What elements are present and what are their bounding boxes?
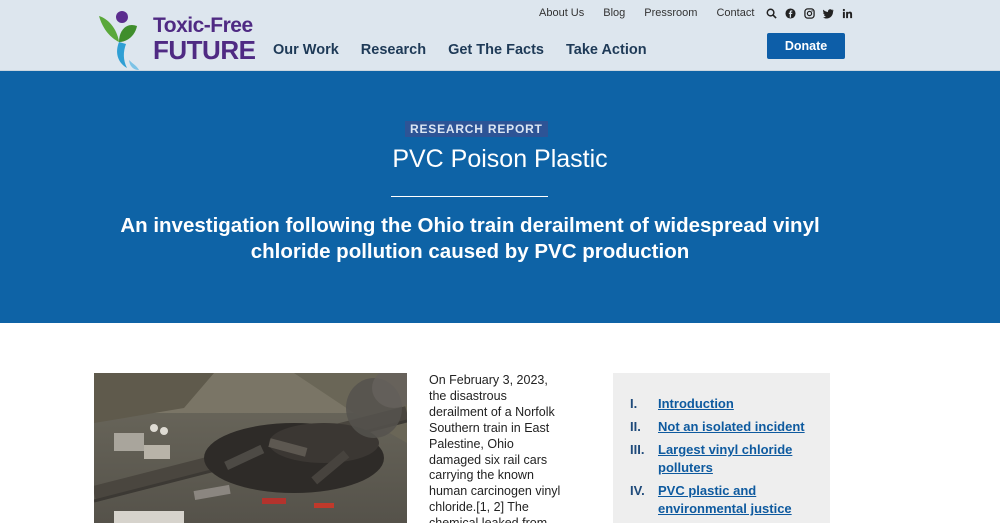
report-type-badge: RESEARCH REPORT [405, 121, 548, 137]
logo-text-bottom: FUTURE [153, 35, 256, 65]
nav-pressroom[interactable]: Pressroom [644, 7, 697, 19]
toc-number: I. [630, 396, 638, 411]
derailment-photo [94, 373, 407, 523]
twitter-icon[interactable] [823, 8, 834, 19]
toc-item[interactable]: I. Introduction [630, 395, 825, 413]
page-subtitle: An investigation following the Ohio trai… [120, 214, 820, 263]
facebook-icon[interactable] [785, 7, 796, 19]
nav-get-the-facts[interactable]: Get The Facts [448, 42, 544, 58]
toc-list: I. Introduction II. Not an isolated inci… [630, 395, 825, 523]
site-header: Toxic-Free FUTURE About Us Blog Pressroo… [0, 0, 1000, 71]
donate-button[interactable]: Donate [767, 33, 845, 59]
search-icon[interactable] [766, 8, 778, 19]
logo-leaf-icon [99, 11, 139, 70]
instagram-icon[interactable] [804, 7, 816, 19]
main-nav: Our Work Research Get The Facts Take Act… [273, 42, 669, 58]
toc-item[interactable]: II. Not an isolated incident [630, 418, 825, 436]
toc-link-largest-polluters[interactable]: Largest vinyl chloride polluters [658, 441, 825, 477]
nav-about-us[interactable]: About Us [539, 7, 584, 19]
hero-banner: RESEARCH REPORT PVC Poison Plastic An in… [0, 71, 1000, 323]
nav-research[interactable]: Research [361, 42, 426, 58]
site-logo[interactable]: Toxic-Free FUTURE [93, 8, 256, 74]
linkedin-icon[interactable] [842, 8, 853, 19]
toc-link-not-isolated[interactable]: Not an isolated incident [658, 418, 805, 436]
toc-item[interactable]: IV. PVC plastic and environmental justic… [630, 482, 825, 518]
nav-blog[interactable]: Blog [603, 7, 625, 19]
article-intro: On February 3, 2023, the disastrous dera… [429, 373, 561, 523]
toc-number: II. [630, 419, 641, 434]
title-divider [391, 196, 548, 197]
nav-contact[interactable]: Contact [716, 7, 754, 19]
nav-take-action[interactable]: Take Action [566, 42, 647, 58]
toc-number: IV. [630, 483, 645, 498]
nav-our-work[interactable]: Our Work [273, 42, 339, 58]
toc-item[interactable]: III. Largest vinyl chloride polluters [630, 441, 825, 477]
toc-number: III. [630, 442, 645, 457]
toc-link-introduction[interactable]: Introduction [658, 395, 734, 413]
page-title: PVC Poison Plastic [392, 145, 608, 173]
table-of-contents: I. Introduction II. Not an isolated inci… [613, 373, 830, 523]
utility-nav: About Us Blog Pressroom Contact [539, 5, 861, 21]
toc-link-environmental-justice[interactable]: PVC plastic and environmental justice [658, 482, 825, 518]
